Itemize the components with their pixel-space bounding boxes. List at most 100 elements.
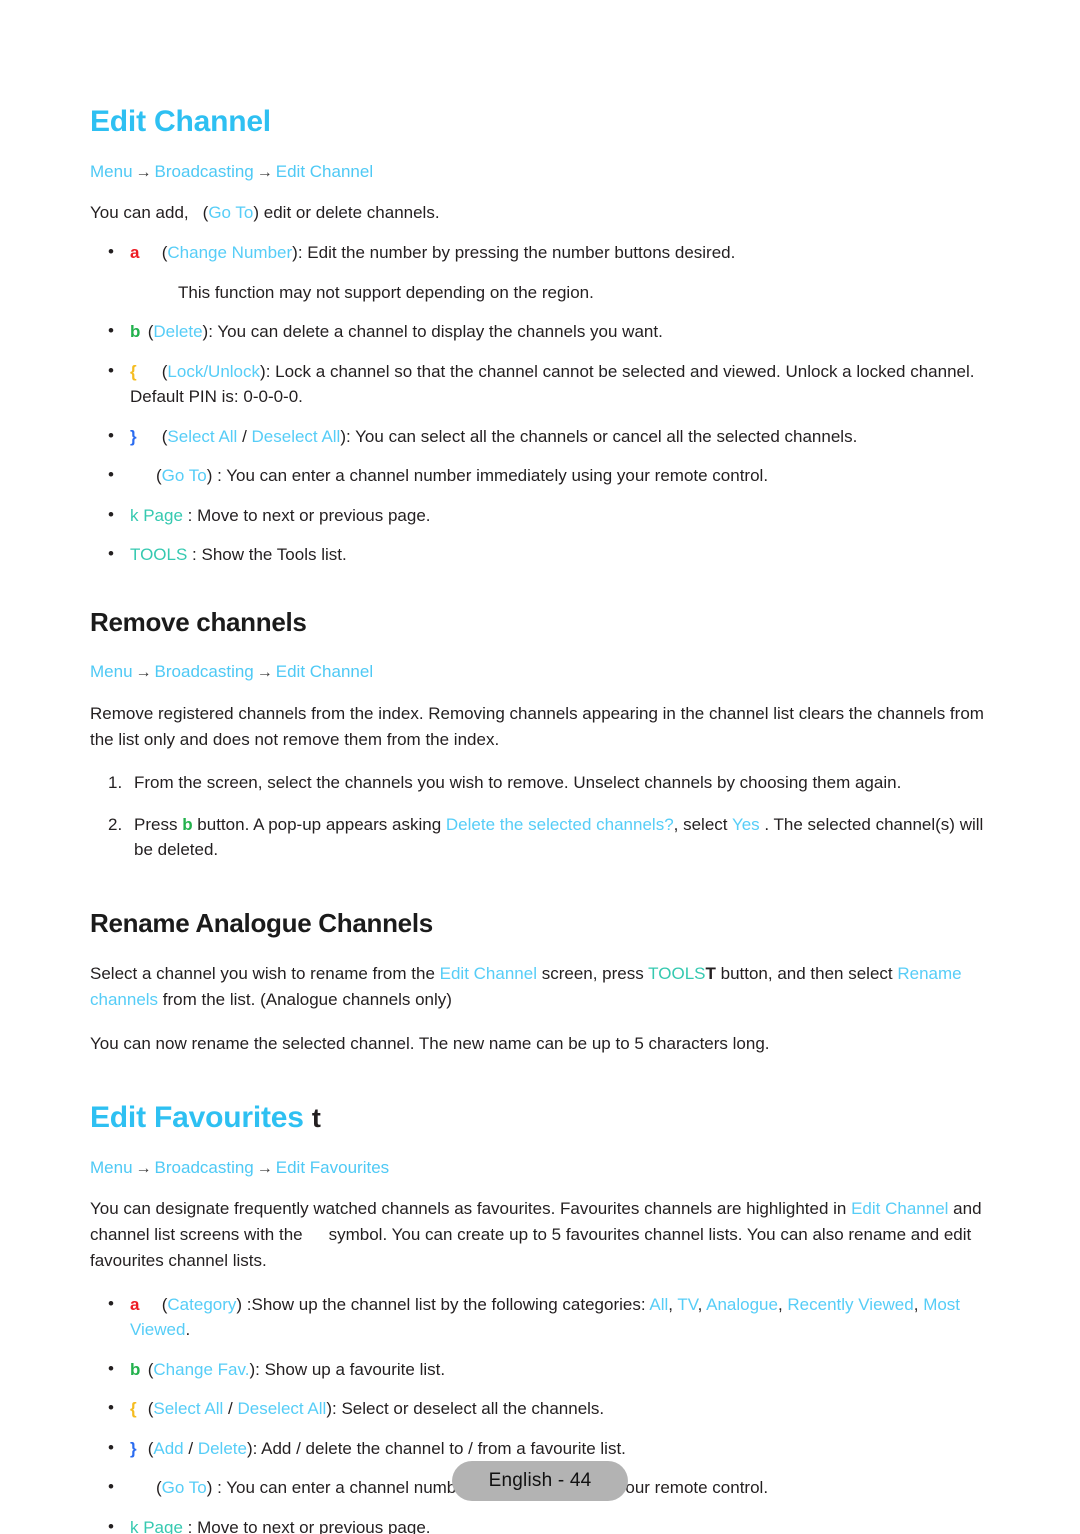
heading-edit-favourites: Edit Favourites t	[90, 1101, 995, 1134]
list-item-text: : Edit the number by pressing the number…	[297, 243, 736, 263]
list-item: TOOLS : Show the Tools list.	[108, 541, 995, 568]
list-item: b (Change Fav.): Show up a favourite lis…	[108, 1356, 995, 1383]
label-go-to: Go To	[161, 1478, 207, 1498]
step-text-pre: Press	[134, 814, 183, 834]
intro-pre: You can add,	[90, 203, 189, 223]
breadcrumb-item-edit-channel: Edit Channel	[275, 662, 374, 682]
para-pre: You can designate frequently watched cha…	[90, 1199, 852, 1219]
list-item: { (Select All / Deselect All): Select or…	[108, 1395, 995, 1422]
remote-button-yellow: {	[130, 1399, 137, 1419]
link-go-to: Go To	[208, 203, 254, 223]
paragraph-rename-analogue-1: Select a channel you wish to rename from…	[90, 961, 995, 1013]
manual-page: Edit Channel Menu → Broadcasting → Edit Chan…	[0, 0, 1080, 1534]
list-remove-channel-steps: From the screen, select the channels you…	[90, 770, 995, 863]
breadcrumb-item-menu: Menu	[90, 162, 133, 181]
breadcrumb-item-menu: Menu	[90, 662, 133, 682]
page-footer-badge: English - 44	[452, 1461, 628, 1501]
list-item-text: : Select or deselect all the channels.	[332, 1399, 605, 1419]
category-tv: TV	[677, 1294, 698, 1314]
remote-button-green: b	[182, 814, 193, 834]
category-analogue: Analogue	[706, 1294, 778, 1314]
list-item: Press b button. A pop-up appears asking …	[108, 812, 995, 863]
remote-button-green: b	[130, 322, 141, 342]
label-category: Category	[167, 1294, 237, 1314]
tools-glyph-icon: T	[705, 964, 716, 984]
label-deselect-all: Deselect All	[251, 426, 341, 446]
breadcrumb-item-menu: Menu	[90, 1157, 133, 1177]
breadcrumb-remove-channels: Menu → Broadcasting → Edit Channel	[90, 660, 995, 684]
dialog-yes-option: Yes	[731, 814, 760, 834]
intro-text-edit-channel: You can add, (Go To) edit or delete chann…	[90, 203, 440, 223]
label-change-number: Change Number	[167, 243, 293, 263]
heading-remove-channels: Remove channels	[90, 606, 307, 637]
page-content: Edit Channel Menu → Broadcasting → Edit Chan…	[90, 105, 995, 1534]
breadcrumb-item-edit-channel: Edit Channel	[275, 162, 374, 181]
breadcrumb-item-broadcasting: Broadcasting	[154, 1157, 254, 1177]
remote-button-blue: }	[130, 426, 137, 446]
label-go-to: Go To	[161, 466, 207, 486]
heading-rename-analogue-channels: Rename Analogue Channels	[90, 907, 433, 938]
remote-button-blue: }	[130, 1438, 137, 1458]
category-all: All	[649, 1294, 669, 1314]
breadcrumb-item-broadcasting: Broadcasting	[154, 662, 254, 682]
list-item-text: : Show the Tools list.	[187, 545, 347, 565]
list-item: k Page : Move to next or previous page.	[108, 1514, 995, 1534]
list-item-text: : Add / delete the channel to / from a f…	[252, 1438, 626, 1458]
link-edit-channel: Edit Channel	[851, 1199, 949, 1219]
remote-button-green: b	[130, 1359, 141, 1379]
label-lock-unlock: Lock/Unlock	[167, 361, 261, 381]
list-item-text: : You can select all the channels or can…	[346, 426, 858, 446]
list-item: } (Select All / Deselect All): You can s…	[108, 423, 995, 450]
list-item-subnote: This function may not support depending …	[178, 282, 594, 302]
list-item: k Page : Move to next or previous page.	[108, 502, 995, 529]
breadcrumb-item-edit-favourites: Edit Favourites	[275, 1157, 390, 1177]
remote-button-red: a	[130, 1294, 140, 1314]
intro-post: edit or delete channels.	[263, 203, 440, 223]
list-item: (Go To) : You can enter a channel number…	[108, 462, 995, 489]
remote-button-tools: TOOLS	[648, 964, 706, 984]
label-separator: /	[223, 1399, 238, 1419]
remote-button-page: k Page	[130, 505, 183, 525]
list-item: b (Delete): You can delete a channel to …	[108, 318, 995, 345]
label-change-fav: Change Fav.	[153, 1359, 250, 1379]
paragraph-rename-analogue-2: You can now rename the selected channel.…	[90, 1034, 770, 1054]
label-delete: Delete	[153, 322, 203, 342]
paragraph-remove-channels: Remove registered channels from the inde…	[90, 703, 984, 749]
list-item: { (Lock/Unlock): Lock a channel so that …	[108, 358, 995, 410]
breadcrumb-arrow-icon: →	[135, 664, 152, 682]
page-number-label: English - 44	[488, 1470, 592, 1491]
list-item-text: : You can delete a channel to display th…	[208, 322, 663, 342]
label-separator: /	[183, 1438, 198, 1458]
list-item: } (Add / Delete): Add / delete the chann…	[108, 1435, 995, 1462]
para-pre: Select a channel you wish to rename from…	[90, 964, 440, 984]
label-separator: /	[237, 426, 252, 446]
label-select-all: Select All	[167, 426, 238, 446]
category-recently-viewed: Recently Viewed	[787, 1294, 914, 1314]
remote-button-tools: TOOLS	[130, 545, 188, 565]
link-edit-channel: Edit Channel	[439, 964, 537, 984]
list-edit-channel-buttons: a (Change Number): Edit the number by pr…	[90, 239, 995, 568]
list-item: From the screen, select the channels you…	[108, 770, 902, 795]
label-delete: Delete	[197, 1438, 247, 1458]
breadcrumb-arrow-icon: →	[135, 1159, 152, 1177]
list-item: a (Category) :Show up the channel list b…	[108, 1291, 995, 1343]
breadcrumb-arrow-icon: →	[256, 664, 273, 682]
para-mid2: button, and then select	[715, 964, 898, 984]
label-add: Add	[153, 1438, 184, 1458]
remote-button-page: k Page	[130, 1517, 183, 1534]
list-item-text: : Move to next or previous page.	[182, 505, 431, 525]
heading-text: Edit Favourites	[90, 1100, 304, 1134]
remote-button-red: a	[130, 243, 140, 263]
list-item: a (Change Number): Edit the number by pr…	[108, 239, 995, 305]
breadcrumb-arrow-icon: →	[135, 164, 152, 181]
label-deselect-all: Deselect All	[237, 1399, 327, 1419]
para-mid1: screen, press	[536, 964, 649, 984]
list-item-text: :Show up the channel list by the followi…	[242, 1294, 650, 1314]
dialog-prompt-text: Delete the selected channels?	[445, 814, 674, 834]
para-post: from the list. (Analogue channels only)	[158, 990, 452, 1010]
list-item-text: : You can enter a channel number immedia…	[212, 466, 769, 486]
list-item-text: : Move to next or previous page.	[182, 1517, 431, 1534]
